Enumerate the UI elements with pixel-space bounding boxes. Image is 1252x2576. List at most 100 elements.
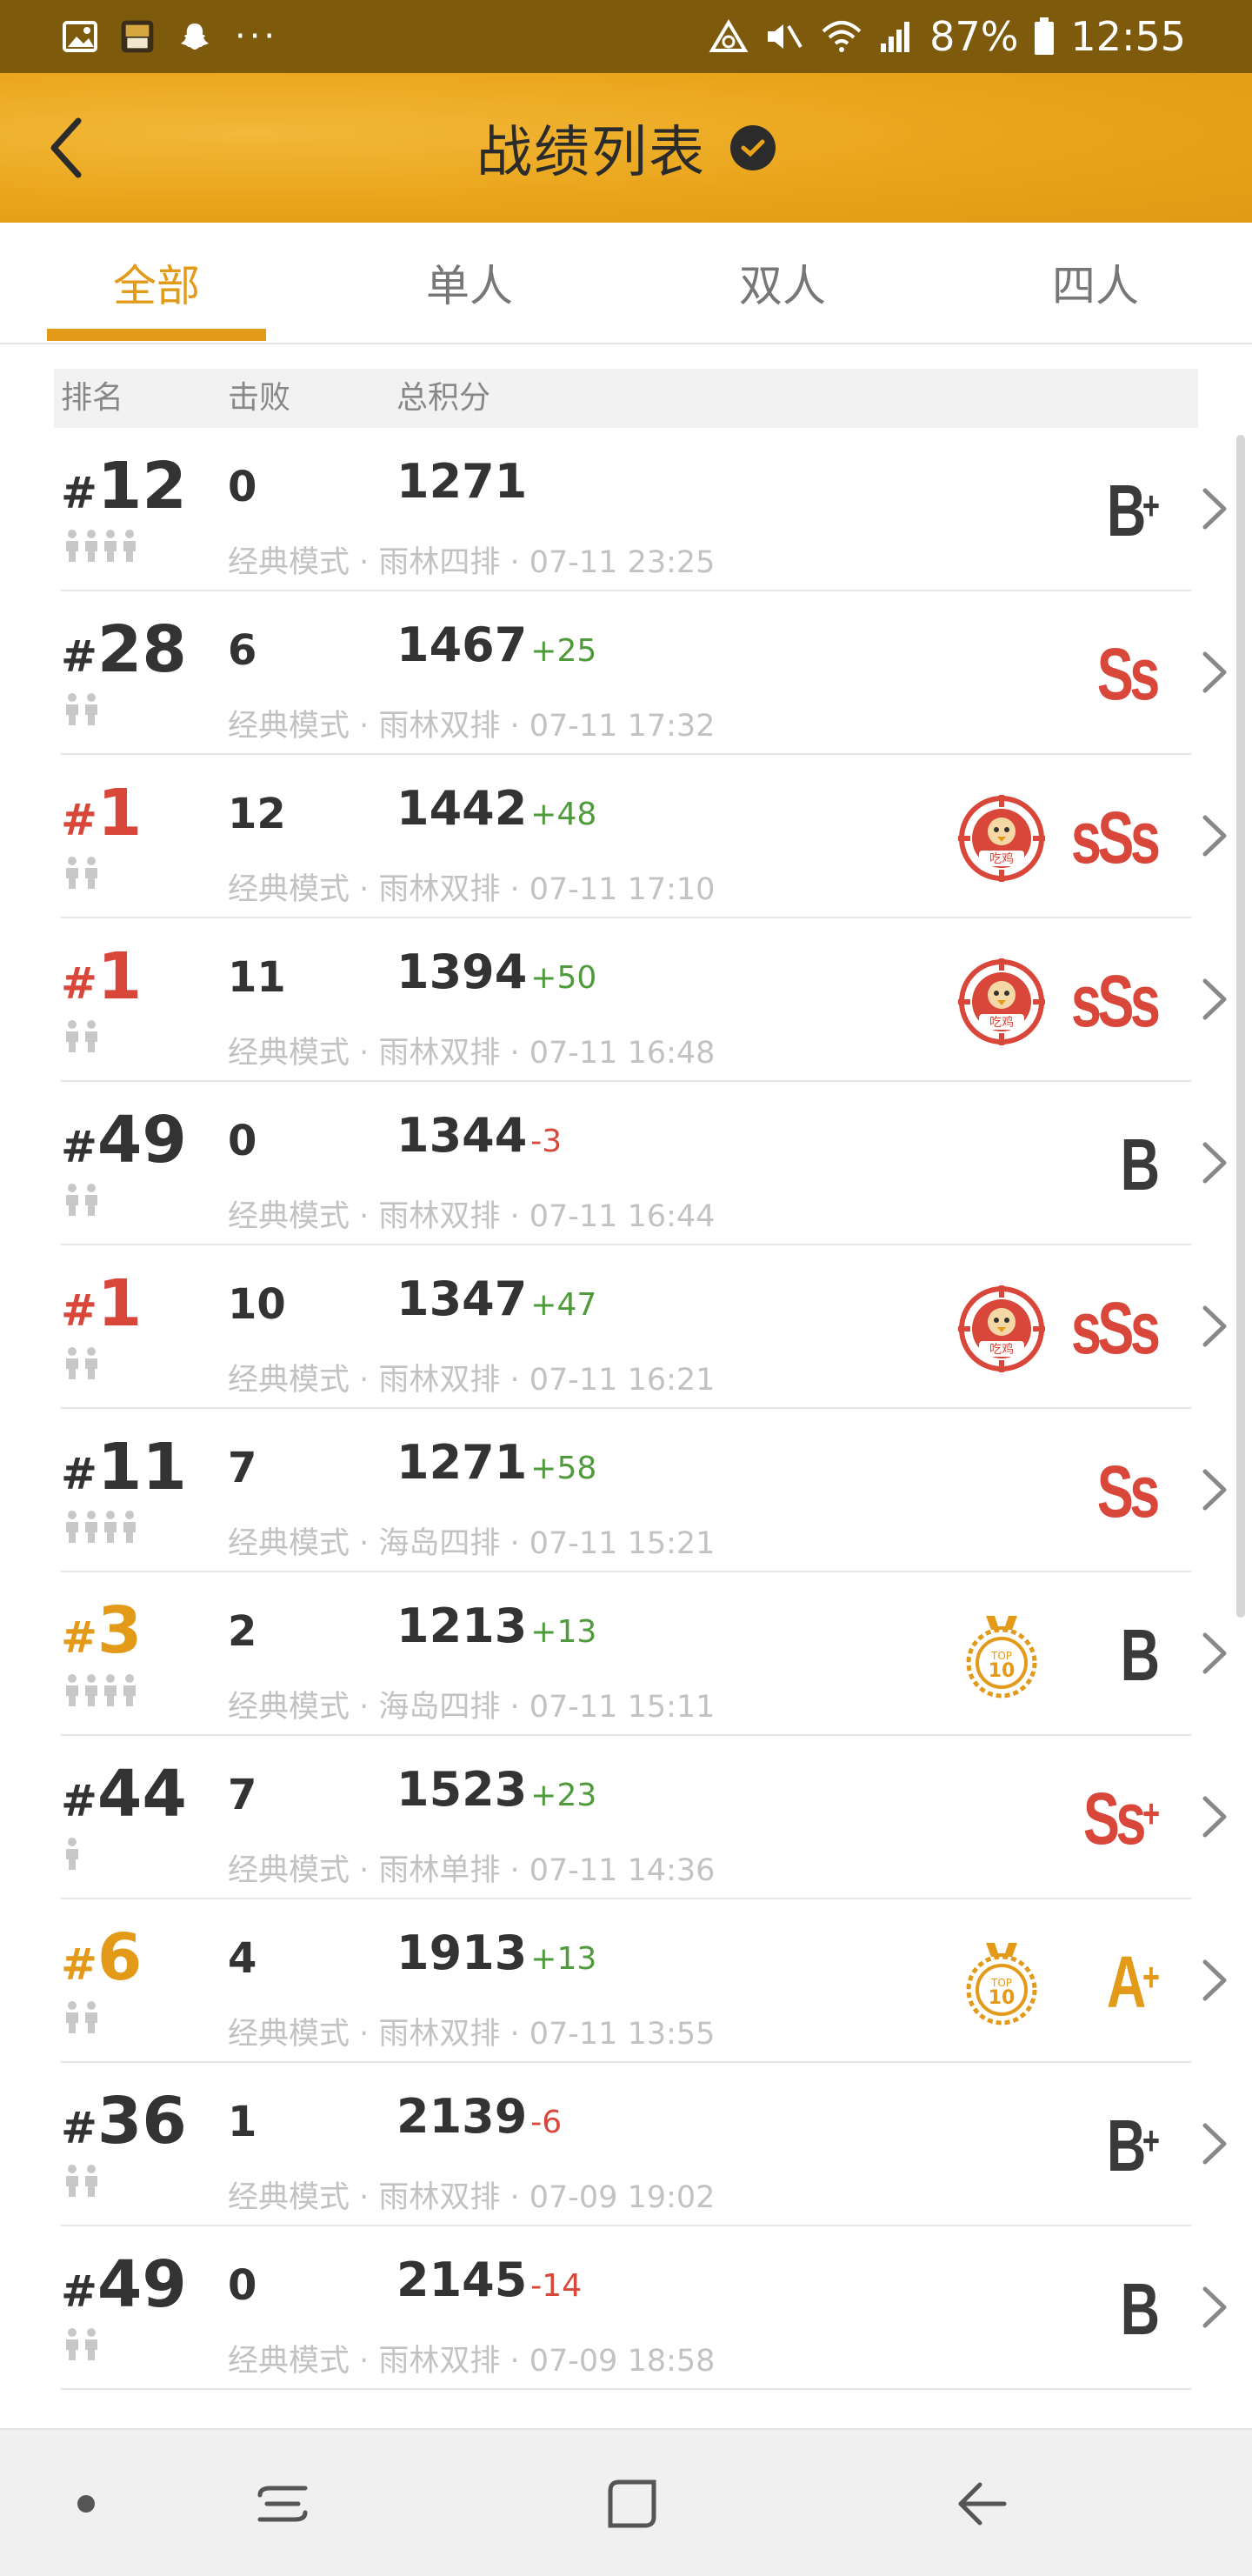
score-value: 1344 -3 bbox=[396, 1108, 562, 1163]
rank-value: #44 bbox=[61, 1755, 187, 1840]
snapchat-icon bbox=[177, 19, 212, 54]
rank-number: 1 bbox=[97, 1266, 143, 1341]
rank-hash: # bbox=[61, 631, 97, 682]
match-row[interactable]: #3 2 1213 +13 经典模式 · 海岛四排 · 07-11 15:11 T… bbox=[0, 1572, 1252, 1736]
active-tab-indicator bbox=[47, 329, 266, 341]
sync-icon bbox=[709, 19, 749, 54]
grade-badge: sSs bbox=[1070, 1289, 1160, 1367]
wifi-icon bbox=[820, 19, 863, 54]
match-row[interactable]: #49 0 1344 -3 经典模式 · 雨林双排 · 07-11 16:44 B bbox=[0, 1082, 1252, 1245]
grade-badge: sSs bbox=[1070, 960, 1160, 1042]
grade-badge: Ss bbox=[1096, 633, 1161, 715]
chevron-right-icon bbox=[1202, 1142, 1227, 1184]
chevron-right-icon bbox=[1202, 1959, 1227, 2001]
score-value: 1347 +47 bbox=[396, 1271, 596, 1326]
match-meta: 经典模式 · 雨林双排 · 07-09 19:02 bbox=[228, 2180, 716, 2215]
rank-number: 6 bbox=[97, 1920, 143, 1995]
rank-number: 49 bbox=[97, 2247, 187, 2322]
mode-tabs: 全部 单人 双人 四人 bbox=[0, 223, 1252, 344]
home-button[interactable] bbox=[593, 2465, 671, 2543]
match-meta: 经典模式 · 雨林双排 · 07-11 16:48 bbox=[228, 1036, 716, 1071]
score-number: 2145 bbox=[396, 2252, 528, 2307]
system-nav-bar bbox=[0, 2428, 1252, 2576]
tab-all[interactable]: 全部 bbox=[0, 223, 313, 343]
chevron-right-icon bbox=[1202, 978, 1227, 1020]
score-number: 1213 bbox=[396, 1598, 528, 1653]
rank-value: #6 bbox=[61, 1919, 142, 2004]
grade-letter: A bbox=[1107, 1941, 1146, 2023]
team-size-icon bbox=[64, 1346, 99, 1379]
grade-letter: Ss bbox=[1096, 633, 1161, 715]
top10-badge-icon: TOP 10 bbox=[966, 1616, 1037, 1698]
tab-duo[interactable]: 双人 bbox=[626, 223, 939, 343]
kills-value: 1 bbox=[228, 2098, 257, 2146]
score-value: 2145 -14 bbox=[396, 2252, 582, 2307]
match-row[interactable]: #1 10 1347 +47 经典模式 · 雨林双排 · 07-11 16:21 … bbox=[0, 1245, 1252, 1409]
chevron-right-icon bbox=[1202, 488, 1227, 530]
gallery-icon bbox=[63, 19, 97, 54]
match-row[interactable]: #6 4 1913 +13 经典模式 · 雨林双排 · 07-11 13:55 T… bbox=[0, 1899, 1252, 2063]
recent-apps-button[interactable] bbox=[243, 2465, 322, 2543]
team-size-icon bbox=[64, 1183, 99, 1216]
rank-value: #11 bbox=[61, 1428, 187, 1513]
match-row[interactable]: #49 0 2145 -14 经典模式 · 雨林双排 · 07-09 18:58 … bbox=[0, 2226, 1252, 2390]
score-delta: +50 bbox=[530, 960, 597, 996]
team-size-icon bbox=[64, 856, 99, 889]
score-value: 1442 +48 bbox=[396, 781, 596, 836]
kills-value: 2 bbox=[228, 1607, 257, 1656]
top10-badge-icon: TOP 10 bbox=[966, 1943, 1037, 2025]
dot-icon bbox=[77, 2495, 95, 2513]
back-nav-button[interactable] bbox=[942, 2465, 1021, 2543]
match-row[interactable]: #44 7 1523 +23 经典模式 · 雨林单排 · 07-11 14:36 … bbox=[0, 1736, 1252, 1899]
grade-letter: sSs bbox=[1070, 960, 1160, 1042]
grade-badge: B bbox=[1120, 2268, 1160, 2350]
match-row[interactable]: #1 11 1394 +50 经典模式 · 雨林双排 · 07-11 16:48 … bbox=[0, 918, 1252, 1082]
score-value: 1394 +50 bbox=[396, 944, 596, 999]
clock: 12:55 bbox=[1070, 13, 1186, 60]
svg-text:吃鸡: 吃鸡 bbox=[989, 851, 1014, 866]
match-meta: 经典模式 · 海岛四排 · 07-11 15:11 bbox=[228, 1690, 716, 1725]
score-delta: +25 bbox=[530, 633, 597, 669]
score-number: 1442 bbox=[396, 781, 528, 836]
grade-letter: B bbox=[1120, 2268, 1160, 2350]
rank-number: 1 bbox=[97, 776, 143, 851]
chevron-right-icon bbox=[1202, 1632, 1227, 1674]
kills-value: 11 bbox=[228, 953, 286, 1002]
tab-squad[interactable]: 四人 bbox=[939, 223, 1252, 343]
match-meta: 经典模式 · 雨林单排 · 07-11 14:36 bbox=[228, 1853, 716, 1888]
match-row[interactable]: #11 7 1271 +58 经典模式 · 海岛四排 · 07-11 15:21 … bbox=[0, 1409, 1252, 1572]
grade-plus: + bbox=[1142, 2118, 1160, 2163]
kills-value: 7 bbox=[228, 1771, 257, 1819]
team-size-icon bbox=[64, 692, 99, 725]
grade-badge: Ss bbox=[1097, 1452, 1161, 1531]
score-value: 1271 +58 bbox=[396, 1435, 596, 1490]
match-meta: 经典模式 · 雨林双排 · 07-11 17:32 bbox=[228, 709, 716, 744]
score-value: 1523 +23 bbox=[396, 1762, 596, 1817]
grade-letter: B bbox=[1107, 470, 1146, 551]
chevron-right-icon bbox=[1202, 2123, 1227, 2165]
nav-dot-button[interactable] bbox=[47, 2465, 125, 2543]
rank-value: #12 bbox=[61, 447, 187, 532]
rank-number: 49 bbox=[97, 1103, 187, 1178]
match-meta: 经典模式 · 雨林双排 · 07-11 16:44 bbox=[228, 1199, 716, 1234]
column-score: 总积分 bbox=[396, 380, 491, 416]
match-row[interactable]: #36 1 2139 -6 经典模式 · 雨林双排 · 07-09 19:02 B… bbox=[0, 2063, 1252, 2226]
scrollbar[interactable] bbox=[1236, 435, 1245, 1618]
score-number: 1271 bbox=[396, 1435, 528, 1490]
match-row[interactable]: #12 0 1271 经典模式 · 雨林四排 · 07-11 23:25 B+ bbox=[0, 428, 1252, 591]
match-row[interactable]: #28 6 1467 +25 经典模式 · 雨林双排 · 07-11 17:32 … bbox=[0, 591, 1252, 755]
grade-letter: Ss bbox=[1083, 1778, 1147, 1859]
tab-solo[interactable]: 单人 bbox=[313, 223, 626, 343]
rank-value: #1 bbox=[61, 1265, 142, 1350]
match-row[interactable]: #1 12 1442 +48 经典模式 · 雨林双排 · 07-11 17:10 … bbox=[0, 755, 1252, 918]
chevron-right-icon bbox=[1202, 651, 1227, 693]
rank-number: 44 bbox=[97, 1757, 187, 1832]
column-header: 排名 击败 总积分 bbox=[54, 369, 1198, 428]
grade-badge: Ss+ bbox=[1083, 1778, 1160, 1859]
grade-badge: B bbox=[1121, 1125, 1160, 1204]
rank-hash: # bbox=[61, 958, 97, 1009]
rank-number: 1 bbox=[97, 939, 143, 1014]
grade-badge: sSs bbox=[1070, 798, 1160, 877]
rank-value: #1 bbox=[61, 938, 142, 1023]
battery-icon bbox=[1034, 17, 1055, 56]
